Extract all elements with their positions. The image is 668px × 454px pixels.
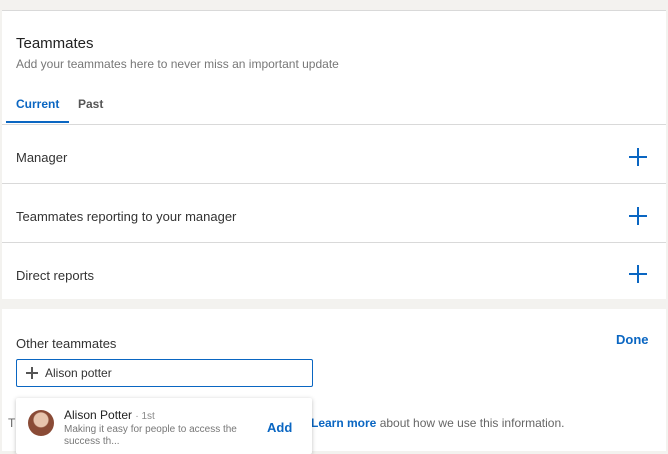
active-tab-indicator bbox=[6, 121, 69, 123]
teammate-search-field[interactable] bbox=[16, 359, 313, 387]
divider bbox=[2, 124, 666, 125]
section-separator bbox=[2, 299, 666, 309]
divider bbox=[2, 183, 666, 184]
suggestion-name: Alison Potter bbox=[64, 408, 133, 422]
add-manager-plus-icon[interactable] bbox=[629, 148, 647, 166]
teammates-card: Teammates Add your teammates here to nev… bbox=[2, 10, 666, 454]
row-label-manager: Manager bbox=[16, 150, 68, 165]
add-teammates-plus-icon[interactable] bbox=[629, 207, 647, 225]
done-button[interactable]: Done bbox=[616, 332, 649, 347]
suggestion-headline: Making it easy for people to access the … bbox=[64, 424, 237, 447]
suggestion-dropdown: Alison Potter · 1st Making it easy for p… bbox=[16, 398, 312, 454]
row-label-teammates-reporting: Teammates reporting to your manager bbox=[16, 209, 237, 224]
section-subtitle: Add your teammates here to never miss an… bbox=[16, 57, 339, 71]
tab-past[interactable]: Past bbox=[78, 97, 103, 111]
other-teammates-label: Other teammates bbox=[16, 336, 117, 351]
suggestion-name-line[interactable]: Alison Potter · 1st bbox=[64, 408, 155, 422]
section-title: Teammates bbox=[16, 35, 94, 52]
footer-info-suffix: about how we use this information. bbox=[376, 416, 565, 430]
add-suggestion-button[interactable]: Add bbox=[267, 420, 292, 435]
teammate-search-input[interactable] bbox=[45, 364, 305, 382]
tab-current[interactable]: Current bbox=[16, 97, 59, 111]
connection-degree: · 1st bbox=[135, 411, 155, 422]
footer-text-start: T bbox=[8, 416, 16, 430]
add-direct-reports-plus-icon[interactable] bbox=[629, 265, 647, 283]
footer-info-text: Learn more about how we use this informa… bbox=[311, 416, 564, 430]
divider bbox=[2, 242, 666, 243]
row-label-direct-reports: Direct reports bbox=[16, 268, 95, 283]
learn-more-link[interactable]: Learn more bbox=[311, 416, 376, 430]
plus-icon bbox=[26, 367, 38, 379]
avatar bbox=[28, 410, 54, 436]
